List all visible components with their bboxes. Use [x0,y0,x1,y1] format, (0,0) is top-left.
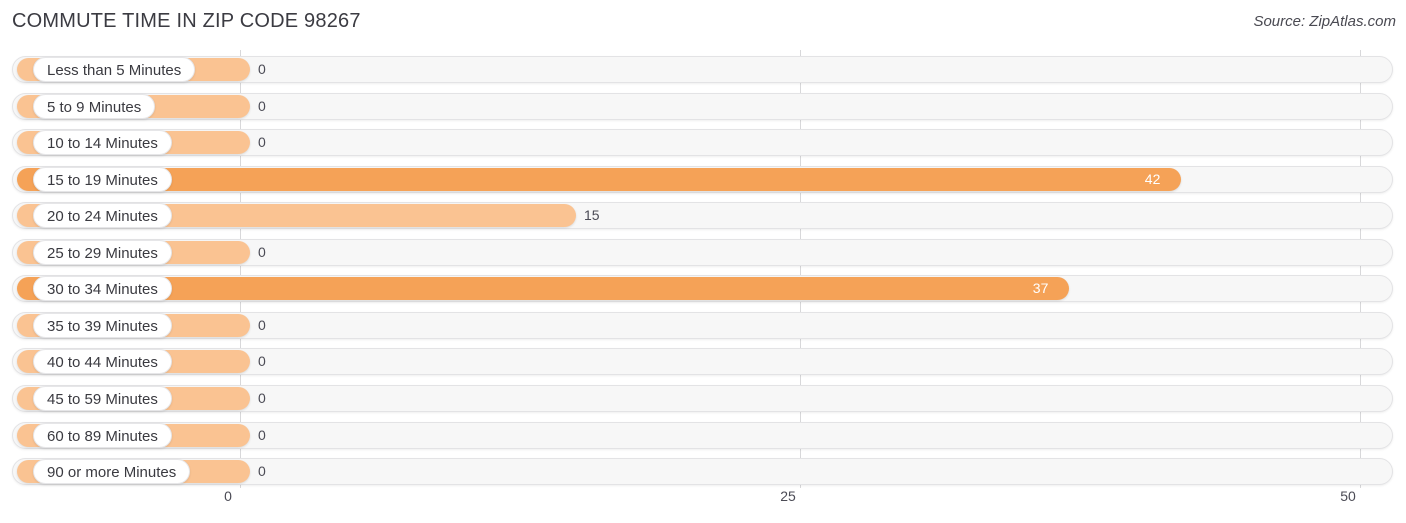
axis-tick-label: 25 [780,488,796,504]
value-label: 0 [258,97,266,114]
category-label: 30 to 34 Minutes [33,276,172,302]
category-label: 35 to 39 Minutes [33,312,172,338]
category-label: 10 to 14 Minutes [33,130,172,156]
category-label: 25 to 29 Minutes [33,239,172,265]
category-label: 90 or more Minutes [33,459,191,485]
category-label: 60 to 89 Minutes [33,422,172,448]
value-label: 0 [258,426,266,443]
source-attribution: Source: ZipAtlas.com [1253,13,1396,30]
bar-row[interactable]: 5 to 9 Minutes 0 [12,92,1393,120]
bar-row[interactable]: 25 to 29 Minutes 0 [12,238,1393,266]
bar-row[interactable]: 45 to 59 Minutes 0 [12,384,1393,412]
axis-tick-label: 50 [1340,488,1356,504]
axis-tick-label: 0 [224,488,232,504]
bar-row[interactable]: 15 to 19 Minutes 42 [12,165,1393,193]
value-label: 0 [258,134,266,151]
bar-row[interactable]: Less than 5 Minutes 0 [12,56,1393,83]
category-label: 15 to 19 Minutes [33,166,172,192]
bar-rows: Less than 5 Minutes 0 5 to 9 Minutes 0 10 to… [0,50,1406,488]
page-title: COMMUTE TIME IN ZIP CODE 98267 [12,10,361,32]
bar-row[interactable]: 90 or more Minutes 0 [12,458,1393,486]
value-label: 0 [258,463,266,480]
value-bar [17,167,1181,191]
category-label: 20 to 24 Minutes [33,203,172,229]
bar-row[interactable]: 40 to 44 Minutes 0 [12,348,1393,376]
value-label: 0 [258,243,266,260]
category-label: 40 to 44 Minutes [33,349,172,375]
chart-header: COMMUTE TIME IN ZIP CODE 98267 Source: Z… [0,0,1406,45]
bar-row[interactable]: 10 to 14 Minutes 0 [12,129,1393,157]
x-axis: 0 25 50 [0,488,1406,523]
value-label: 15 [584,207,600,224]
category-label: 45 to 59 Minutes [33,385,172,411]
value-label: 42 [1144,170,1161,187]
bar-row[interactable]: 20 to 24 Minutes 15 [12,202,1393,230]
category-label: Less than 5 Minutes [33,57,196,82]
chart-plot-area: Less than 5 Minutes 0 5 to 9 Minutes 0 10 to… [0,50,1406,488]
bar-row[interactable]: 35 to 39 Minutes 0 [12,311,1393,339]
value-label: 0 [258,353,266,370]
value-label: 37 [1032,280,1049,297]
value-bar [17,277,1069,301]
value-label: 0 [258,61,266,77]
value-label: 0 [258,389,266,406]
bar-row[interactable]: 60 to 89 Minutes 0 [12,421,1393,449]
bar-row[interactable]: 30 to 34 Minutes 37 [12,275,1393,303]
value-label: 0 [258,316,266,333]
category-label: 5 to 9 Minutes [33,93,156,119]
